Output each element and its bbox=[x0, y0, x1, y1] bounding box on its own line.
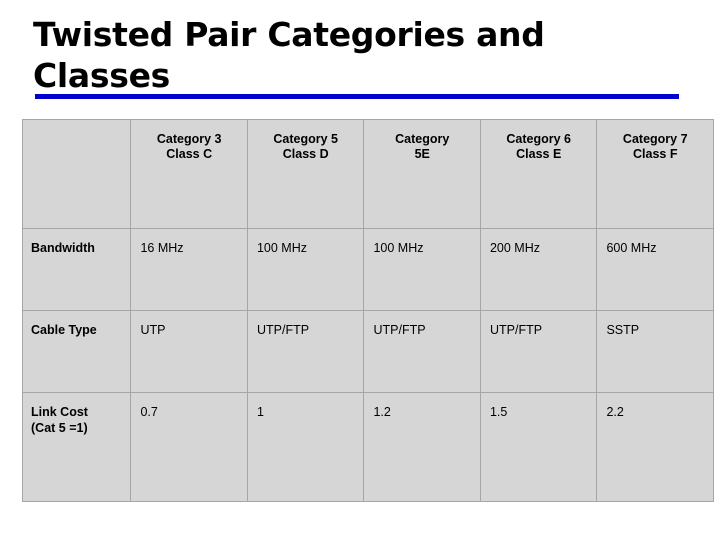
column-header-cat5e: Category 5E bbox=[363, 119, 481, 229]
column-header-line1: Category 3 bbox=[156, 132, 222, 146]
cell-bandwidth-cat6: 200 MHz bbox=[479, 228, 598, 311]
cell-link-cost-cat6: 1.5 bbox=[479, 392, 598, 502]
column-header-line2: Class D bbox=[282, 147, 329, 161]
column-header-cat7: Category 7 Class F bbox=[596, 119, 714, 229]
column-header-cat6: Category 6 Class E bbox=[479, 119, 598, 229]
cell-cable-type-cat7: SSTP bbox=[596, 310, 714, 393]
cell-link-cost-cat5: 1 bbox=[246, 392, 365, 502]
cell-value: 2.2 bbox=[606, 405, 624, 419]
cell-value: UTP/FTP bbox=[256, 323, 310, 337]
cell-value: 100 MHz bbox=[256, 241, 307, 255]
row-label-line2: (Cat 5 =1) bbox=[31, 421, 88, 435]
column-header-line1: Category 5 bbox=[273, 132, 339, 146]
row-label-line1: Link Cost bbox=[31, 405, 88, 419]
table-corner-cell bbox=[21, 119, 132, 229]
row-header-link-cost: Link Cost (Cat 5 =1) bbox=[21, 392, 132, 502]
table-row: Link Cost (Cat 5 =1) 0.7 1 1.2 1.5 2.2 bbox=[21, 392, 714, 502]
cell-value: 16 MHz bbox=[140, 241, 184, 255]
cell-cable-type-cat6: UTP/FTP bbox=[479, 310, 598, 393]
cell-cable-type-cat5e: UTP/FTP bbox=[363, 310, 481, 393]
cell-value: 100 MHz bbox=[373, 241, 424, 255]
column-header-cat3: Category 3 Class C bbox=[130, 119, 248, 229]
cell-value: 600 MHz bbox=[606, 241, 657, 255]
table-row: Cable Type UTP UTP/FTP UTP/FTP UTP/FTP S… bbox=[21, 310, 714, 393]
column-header-line1: Category 7 bbox=[622, 132, 688, 146]
table-header-row: Category 3 Class C Category 5 Class D Ca… bbox=[21, 119, 714, 229]
table-row: Bandwidth 16 MHz 100 MHz 100 MHz 200 MHz… bbox=[21, 228, 714, 311]
slide-canvas: Twisted Pair Categories and Classes Cate… bbox=[0, 0, 720, 540]
cell-value: 0.7 bbox=[140, 405, 158, 419]
column-header-line2: 5E bbox=[414, 147, 430, 161]
column-header-line2: Class C bbox=[166, 147, 213, 161]
title-block: Twisted Pair Categories and Classes bbox=[33, 14, 683, 96]
cell-link-cost-cat3: 0.7 bbox=[130, 392, 248, 502]
column-header-line1: Category 6 bbox=[506, 132, 572, 146]
column-header-line2: Class E bbox=[516, 147, 562, 161]
cell-value: SSTP bbox=[606, 323, 640, 337]
cell-link-cost-cat5e: 1.2 bbox=[363, 392, 481, 502]
cell-bandwidth-cat3: 16 MHz bbox=[130, 228, 248, 311]
row-label-line1: Bandwidth bbox=[31, 241, 95, 255]
cell-cable-type-cat5: UTP/FTP bbox=[246, 310, 365, 393]
cell-bandwidth-cat5e: 100 MHz bbox=[363, 228, 481, 311]
cell-link-cost-cat7: 2.2 bbox=[596, 392, 714, 502]
row-label-line1: Cable Type bbox=[31, 323, 97, 337]
cell-value: UTP/FTP bbox=[373, 323, 426, 337]
cell-bandwidth-cat7: 600 MHz bbox=[596, 228, 714, 311]
table-corner-label bbox=[23, 120, 130, 132]
page-title: Twisted Pair Categories and Classes bbox=[33, 15, 556, 95]
cell-value: 1.2 bbox=[373, 405, 391, 419]
row-header-bandwidth: Bandwidth bbox=[21, 228, 132, 311]
cell-cable-type-cat3: UTP bbox=[130, 310, 248, 393]
column-header-cat5: Category 5 Class D bbox=[246, 119, 365, 229]
title-underline-rule bbox=[35, 94, 679, 99]
cell-value: UTP bbox=[140, 323, 166, 337]
cell-value: 200 MHz bbox=[489, 241, 540, 255]
cell-value: 1 bbox=[256, 405, 264, 419]
cell-value: UTP/FTP bbox=[489, 323, 543, 337]
row-header-cable-type: Cable Type bbox=[21, 310, 132, 393]
cell-value: 1.5 bbox=[489, 405, 508, 419]
column-header-line1: Category bbox=[395, 132, 450, 146]
cell-bandwidth-cat5: 100 MHz bbox=[246, 228, 365, 311]
column-header-line2: Class F bbox=[633, 147, 678, 161]
twisted-pair-comparison-table: Category 3 Class C Category 5 Class D Ca… bbox=[21, 119, 714, 502]
